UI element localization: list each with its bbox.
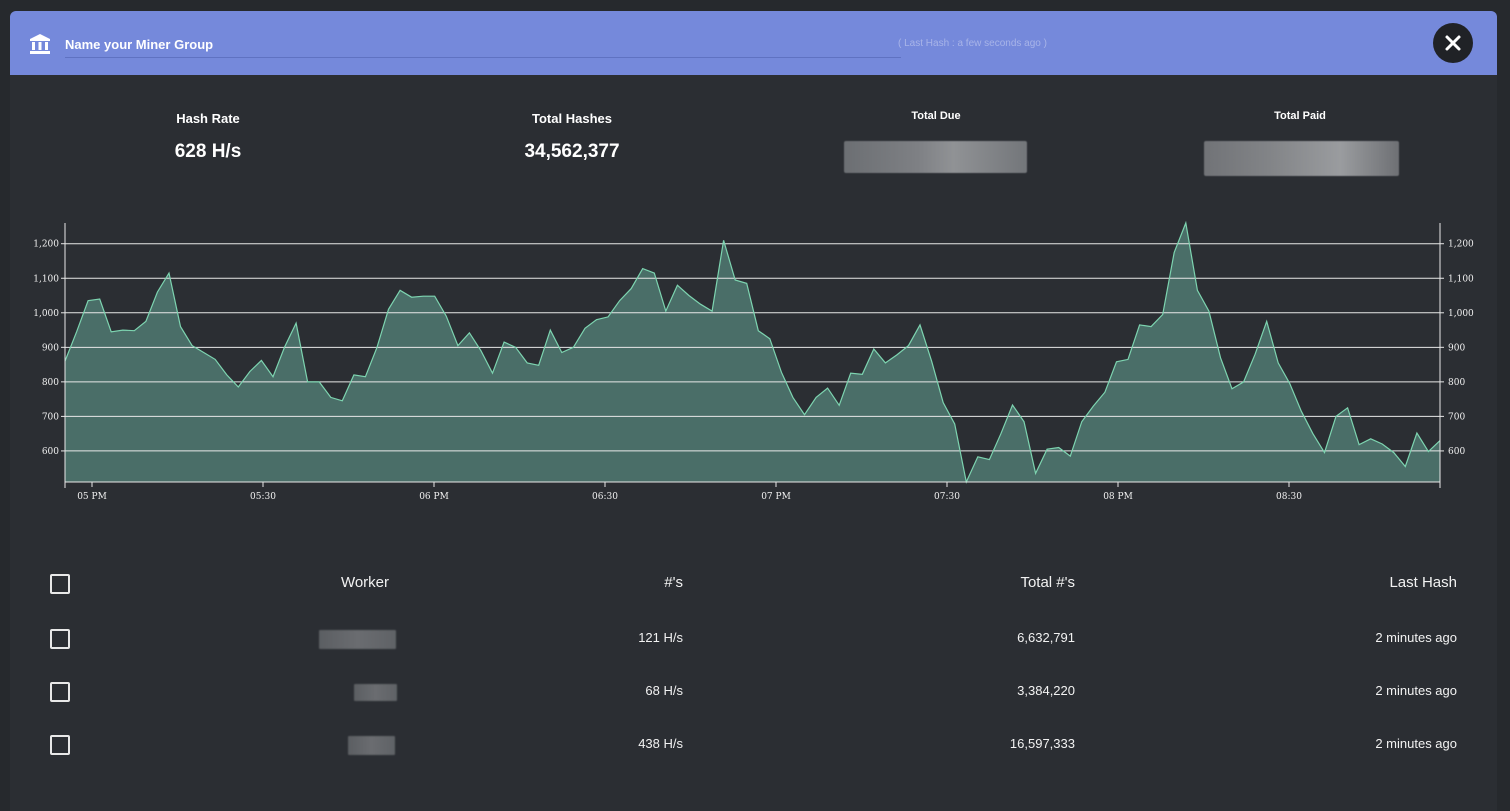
hash-rate-chart: 600 600 700 700 800 800 900 900 1,000 1,000 1,100 1… [33,220,1474,502]
y-tick-label-left: 1,100 [33,274,59,284]
y-tick-label-right: 900 [1448,343,1465,353]
stat-label: Hash Rate [176,111,240,126]
table-row: 68 H/s 3,384,220 2 minutes ago [10,679,1497,709]
y-tick-label-left: 800 [42,378,59,388]
stat-total-hashes: Total Hashes 34,562,377 [472,111,672,163]
group-name-input[interactable]: Name your Miner Group [65,35,901,58]
bank-icon [30,34,50,54]
x-tick-label: 07 PM [761,492,791,502]
y-tick-label-left: 1,000 [33,309,59,319]
x-tick-label: 08 PM [1103,492,1133,502]
y-tick-label-left: 900 [42,343,59,353]
y-tick-label-right: 1,100 [1448,274,1474,284]
y-tick-label-right: 1,200 [1448,240,1474,250]
stat-value: 628 H/s [174,141,242,162]
cell-last-hash: 2 minutes ago [1375,736,1457,751]
x-tick-label: 06 PM [419,492,449,502]
worker-name-redacted [319,630,396,649]
row-checkbox[interactable] [50,682,70,702]
total-paid-redacted [1204,141,1399,176]
worker-name-redacted [354,684,397,701]
y-tick-label-left: 1,200 [33,240,59,250]
worker-name-redacted [348,736,395,755]
table-row: 121 H/s 6,632,791 2 minutes ago [10,626,1497,656]
stat-value: 34,562,377 [524,141,620,162]
close-icon [1445,35,1461,51]
row-checkbox[interactable] [50,629,70,649]
x-tick-label: 08:30 [1276,492,1302,502]
stat-label: Total Due [911,110,961,122]
cell-rate: 68 H/s [645,683,683,698]
select-all-checkbox[interactable] [50,574,70,594]
cell-rate: 438 H/s [638,736,683,751]
stat-label: Total Hashes [532,111,612,126]
cell-last-hash: 2 minutes ago [1375,630,1457,645]
x-tick-label: 06:30 [592,492,618,502]
cell-total: 16,597,333 [1009,736,1075,751]
table-header-row: Worker #'s Total #'s Last Hash [10,571,1497,601]
table-row: 438 H/s 16,597,333 2 minutes ago [10,732,1497,762]
y-tick-label-left: 700 [42,412,59,422]
last-hash-info: ( Last Hash : a few seconds ago ) [898,38,1047,49]
header-total: Total #'s [1020,574,1075,591]
y-tick-label-left: 600 [42,447,59,457]
modal-header: Name your Miner Group ( Last Hash : a fe… [10,11,1497,75]
y-tick-label-right: 800 [1448,378,1465,388]
x-tick-label: 07:30 [934,492,960,502]
stat-total-due: Total Due [836,110,1036,122]
row-checkbox[interactable] [50,735,70,755]
stat-total-paid: Total Paid [1200,110,1400,122]
header-last-hash: Last Hash [1389,574,1457,591]
cell-last-hash: 2 minutes ago [1375,683,1457,698]
total-due-redacted [844,141,1027,173]
cell-rate: 121 H/s [638,630,683,645]
stat-hash-rate: Hash Rate 628 H/s [108,111,308,163]
y-tick-label-right: 600 [1448,447,1465,457]
series-area [65,223,1440,482]
y-tick-label-right: 1,000 [1448,309,1474,319]
cell-total: 3,384,220 [1017,683,1075,698]
header-rate: #'s [664,574,683,591]
x-tick-label: 05 PM [77,492,107,502]
y-tick-label-right: 700 [1448,412,1465,422]
miner-group-modal: Name your Miner Group ( Last Hash : a fe… [10,11,1497,811]
header-worker: Worker [340,574,389,591]
x-tick-label: 05:30 [250,492,276,502]
cell-total: 6,632,791 [1017,630,1075,645]
stat-label: Total Paid [1274,110,1326,122]
close-button[interactable] [1433,23,1473,63]
